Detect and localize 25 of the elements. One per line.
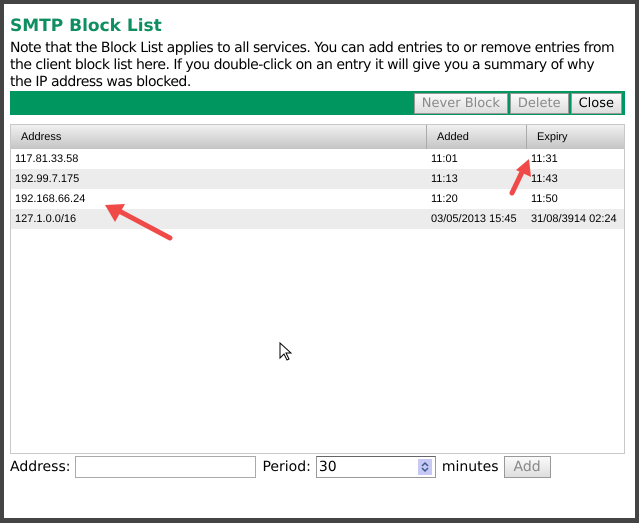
period-field[interactable]: 30 — [316, 456, 436, 478]
period-label: Period: — [262, 459, 311, 475]
table-cell-text: 127.1.0.0/16 — [14, 212, 78, 227]
column-header[interactable]: Added — [427, 125, 527, 149]
dialog-title: SMTP Block List — [10, 15, 163, 38]
description-text: Note that the Block List applies to all services. You can add entries to or remove entries from the client block list here. If you double-click on an entry it will give you a summary of why the IP address was blocked. — [10, 40, 616, 91]
table-cell-text: 117.81.33.58 — [14, 152, 80, 167]
table-cell-text: 11:13 — [430, 172, 459, 187]
mouse-cursor-icon — [279, 342, 292, 361]
column-header[interactable]: Expiry — [527, 125, 624, 149]
table-cell-text: 11:01 — [430, 152, 459, 167]
table-cell-text: 03/05/2013 15:45 — [430, 212, 518, 227]
table-cell-text: 192.99.7.175 — [14, 172, 80, 187]
toolbar-button[interactable]: Close — [570, 92, 622, 114]
column-header[interactable]: Address — [11, 125, 427, 149]
table-cell-text: 11:50 — [530, 192, 559, 207]
table-cell-text: 11:31 — [530, 152, 559, 167]
spinner-icon[interactable] — [418, 459, 432, 475]
address-label: Address: — [10, 459, 70, 475]
table-cell-text: 192.168.66.24 — [14, 192, 86, 207]
table-cell-text: 11:43 — [530, 172, 559, 187]
unit-label: minutes — [442, 459, 499, 475]
address-field[interactable] — [75, 456, 256, 478]
table-cell-text: 11:20 — [430, 192, 459, 207]
table-cell-text: 31/08/3914 02:24 — [530, 212, 618, 227]
